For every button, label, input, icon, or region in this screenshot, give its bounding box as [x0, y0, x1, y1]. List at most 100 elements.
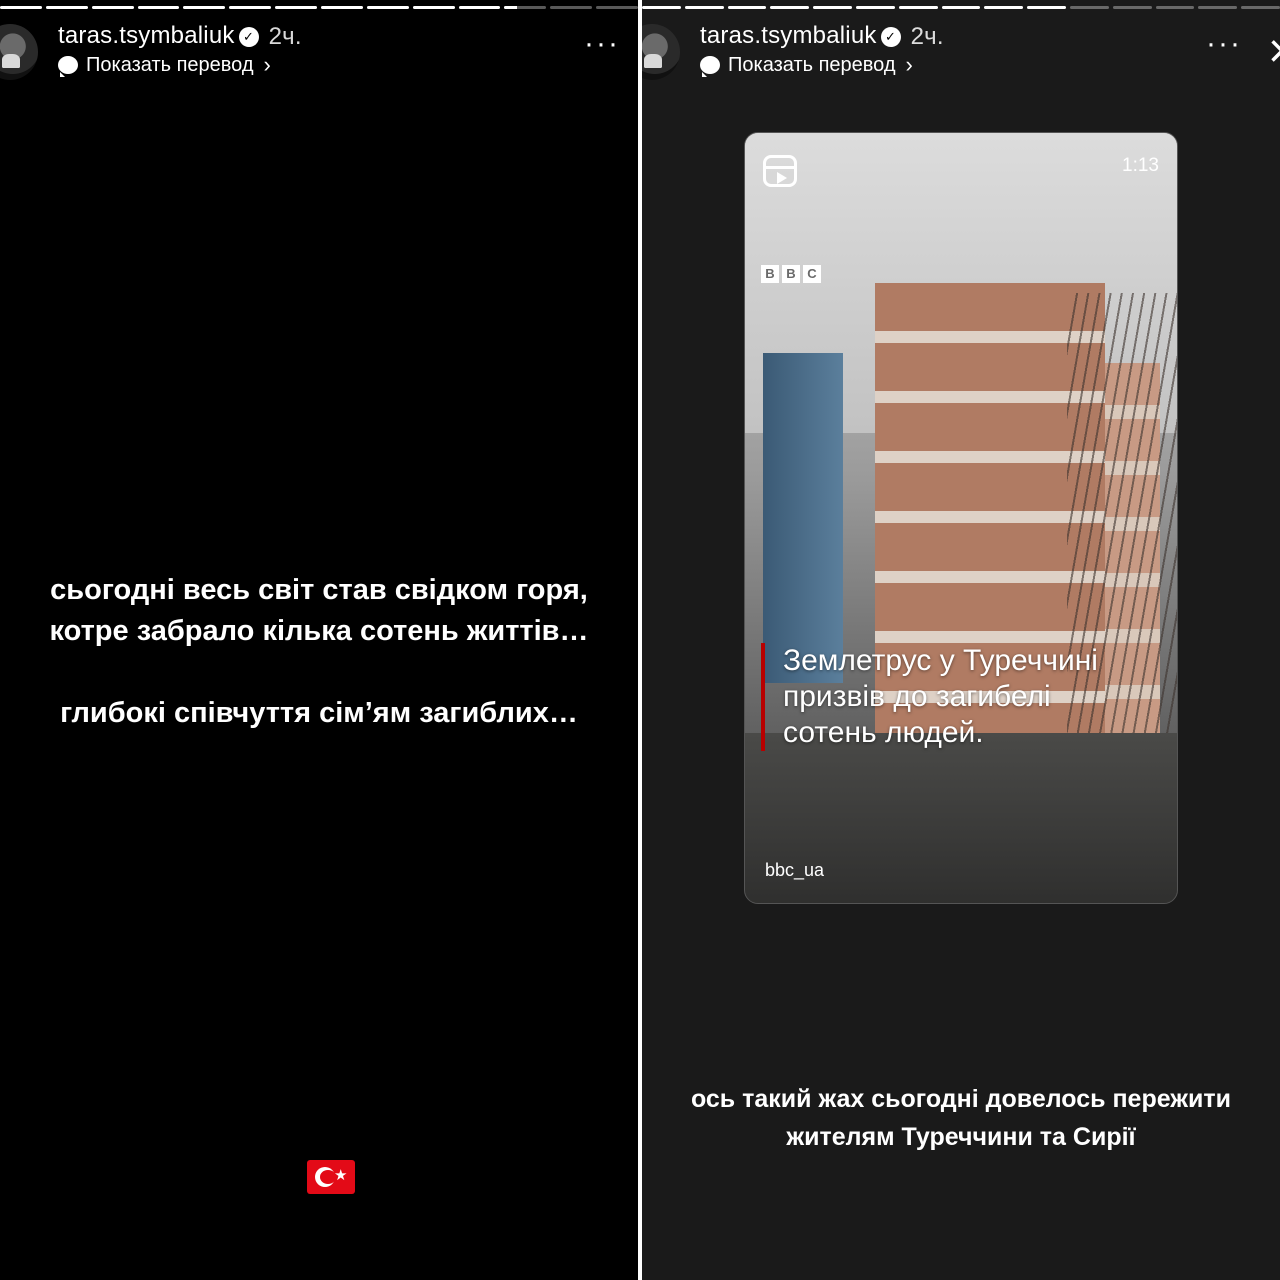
progress-segment	[91, 6, 134, 9]
message-line: котре забрало кілька сотень життів…	[49, 615, 589, 647]
video-headline: Землетрус у Туреччині призвів до загибел…	[761, 643, 1161, 751]
progress-segment	[321, 6, 363, 9]
bbc-logo-letter: B	[761, 265, 779, 283]
progress-segment	[412, 6, 455, 9]
progress-fill	[91, 6, 134, 9]
story-header: taras.tsymbaliuk ✓ 2ч. Показать перевод › …	[0, 20, 638, 80]
video-tower	[763, 353, 843, 683]
story-progress-bar	[642, 6, 1280, 9]
turkey-flag-icon: ★	[307, 1160, 355, 1194]
bbc-logo: B B C	[761, 265, 821, 283]
show-translation-label: Показать перевод	[728, 53, 896, 76]
progress-segment	[1069, 6, 1109, 9]
verified-badge-icon: ✓	[880, 26, 901, 47]
story-panel-right: taras.tsymbaliuk ✓ 2ч. Показать перевод › …	[642, 0, 1280, 1280]
message-line: глибокі співчуття сім’ям загиблих…	[60, 697, 578, 729]
progress-segment	[504, 6, 547, 9]
progress-segment	[366, 6, 409, 9]
chevron-right-icon: ›	[905, 52, 913, 77]
message-line: сьогодні весь світ став свідком горя,	[50, 574, 588, 606]
speech-bubble-icon	[700, 56, 720, 77]
speech-bubble-icon	[58, 56, 78, 77]
headline-line: призвів до загибелі	[783, 680, 1051, 713]
username[interactable]: taras.tsymbaliuk	[700, 22, 877, 49]
caption-line: ось такий жах сьогодні довелось пережити	[690, 1085, 1232, 1113]
progress-segment	[137, 6, 180, 9]
progress-segment	[1155, 6, 1195, 9]
story-header: taras.tsymbaliuk ✓ 2ч. Показать перевод › …	[642, 20, 1280, 80]
progress-fill	[813, 6, 852, 9]
bbc-logo-letter: B	[782, 265, 800, 283]
progress-segment	[275, 6, 318, 9]
show-translation-link[interactable]: Показать перевод ›	[58, 52, 271, 78]
crescent-icon	[315, 1167, 336, 1187]
progress-segment	[1112, 6, 1152, 9]
avatar[interactable]	[0, 24, 38, 80]
caption-line: жителям Туреччини та Сирії	[786, 1123, 1136, 1151]
progress-segment	[45, 6, 88, 9]
progress-fill	[504, 6, 517, 9]
story-panel-left: taras.tsymbaliuk ✓ 2ч. Показать перевод › …	[0, 0, 638, 1280]
post-time: 2ч.	[268, 22, 302, 50]
progress-segment	[458, 6, 501, 9]
star-icon: ★	[334, 1167, 348, 1184]
username[interactable]: taras.tsymbaliuk	[58, 22, 235, 49]
avatar[interactable]	[642, 24, 680, 80]
progress-fill	[45, 6, 88, 9]
progress-segment	[183, 6, 226, 9]
progress-fill	[898, 6, 938, 9]
progress-fill	[684, 6, 724, 9]
progress-fill	[229, 6, 272, 9]
headline-line: сотень людей.	[783, 716, 984, 749]
headline-line: Землетрус у Туреччині	[783, 644, 1098, 677]
progress-segment	[1027, 6, 1066, 9]
bbc-logo-letter: C	[803, 265, 821, 283]
close-icon[interactable]: ×	[1268, 28, 1280, 76]
progress-fill	[321, 6, 363, 9]
story-message: сьогодні весь світ став свідком горя, ко…	[0, 570, 638, 734]
progress-segment	[550, 6, 593, 9]
more-options-icon[interactable]: ···	[584, 29, 620, 59]
progress-fill	[941, 6, 981, 9]
progress-fill	[855, 6, 895, 9]
reels-icon	[763, 155, 797, 187]
progress-segment	[770, 6, 810, 9]
progress-segment	[596, 6, 638, 9]
progress-fill	[1027, 6, 1066, 9]
story-progress-bar	[0, 6, 638, 9]
video-duration: 1:13	[1122, 155, 1159, 176]
progress-segment	[0, 6, 42, 9]
progress-segment	[855, 6, 895, 9]
progress-fill	[275, 6, 318, 9]
progress-segment	[898, 6, 938, 9]
video-source-account[interactable]: bbc_ua	[765, 860, 824, 881]
progress-segment	[941, 6, 981, 9]
progress-segment	[813, 6, 852, 9]
progress-fill	[727, 6, 767, 9]
story-caption: ось такий жах сьогодні довелось пережити…	[642, 1080, 1280, 1156]
more-options-icon[interactable]: ···	[1206, 29, 1242, 59]
progress-fill	[984, 6, 1024, 9]
chevron-right-icon: ›	[263, 52, 271, 77]
progress-segment	[642, 6, 681, 9]
progress-fill	[0, 6, 42, 9]
username-line: taras.tsymbaliuk ✓ 2ч.	[700, 22, 944, 51]
progress-segment	[1198, 6, 1238, 9]
progress-fill	[366, 6, 409, 9]
progress-fill	[137, 6, 180, 9]
username-line: taras.tsymbaliuk ✓ 2ч.	[58, 22, 302, 51]
progress-segment	[727, 6, 767, 9]
show-translation-link[interactable]: Показать перевод ›	[700, 52, 913, 78]
progress-fill	[183, 6, 226, 9]
shared-reel-card[interactable]: 1:13 B B C Землетрус у Туреччині призвів…	[744, 132, 1178, 904]
progress-segment	[684, 6, 724, 9]
progress-fill	[770, 6, 810, 9]
progress-fill	[458, 6, 501, 9]
show-translation-label: Показать перевод	[86, 53, 254, 76]
progress-segment	[1241, 6, 1280, 9]
progress-segment	[229, 6, 272, 9]
progress-segment	[984, 6, 1024, 9]
progress-fill	[642, 6, 681, 9]
verified-badge-icon: ✓	[238, 26, 259, 47]
